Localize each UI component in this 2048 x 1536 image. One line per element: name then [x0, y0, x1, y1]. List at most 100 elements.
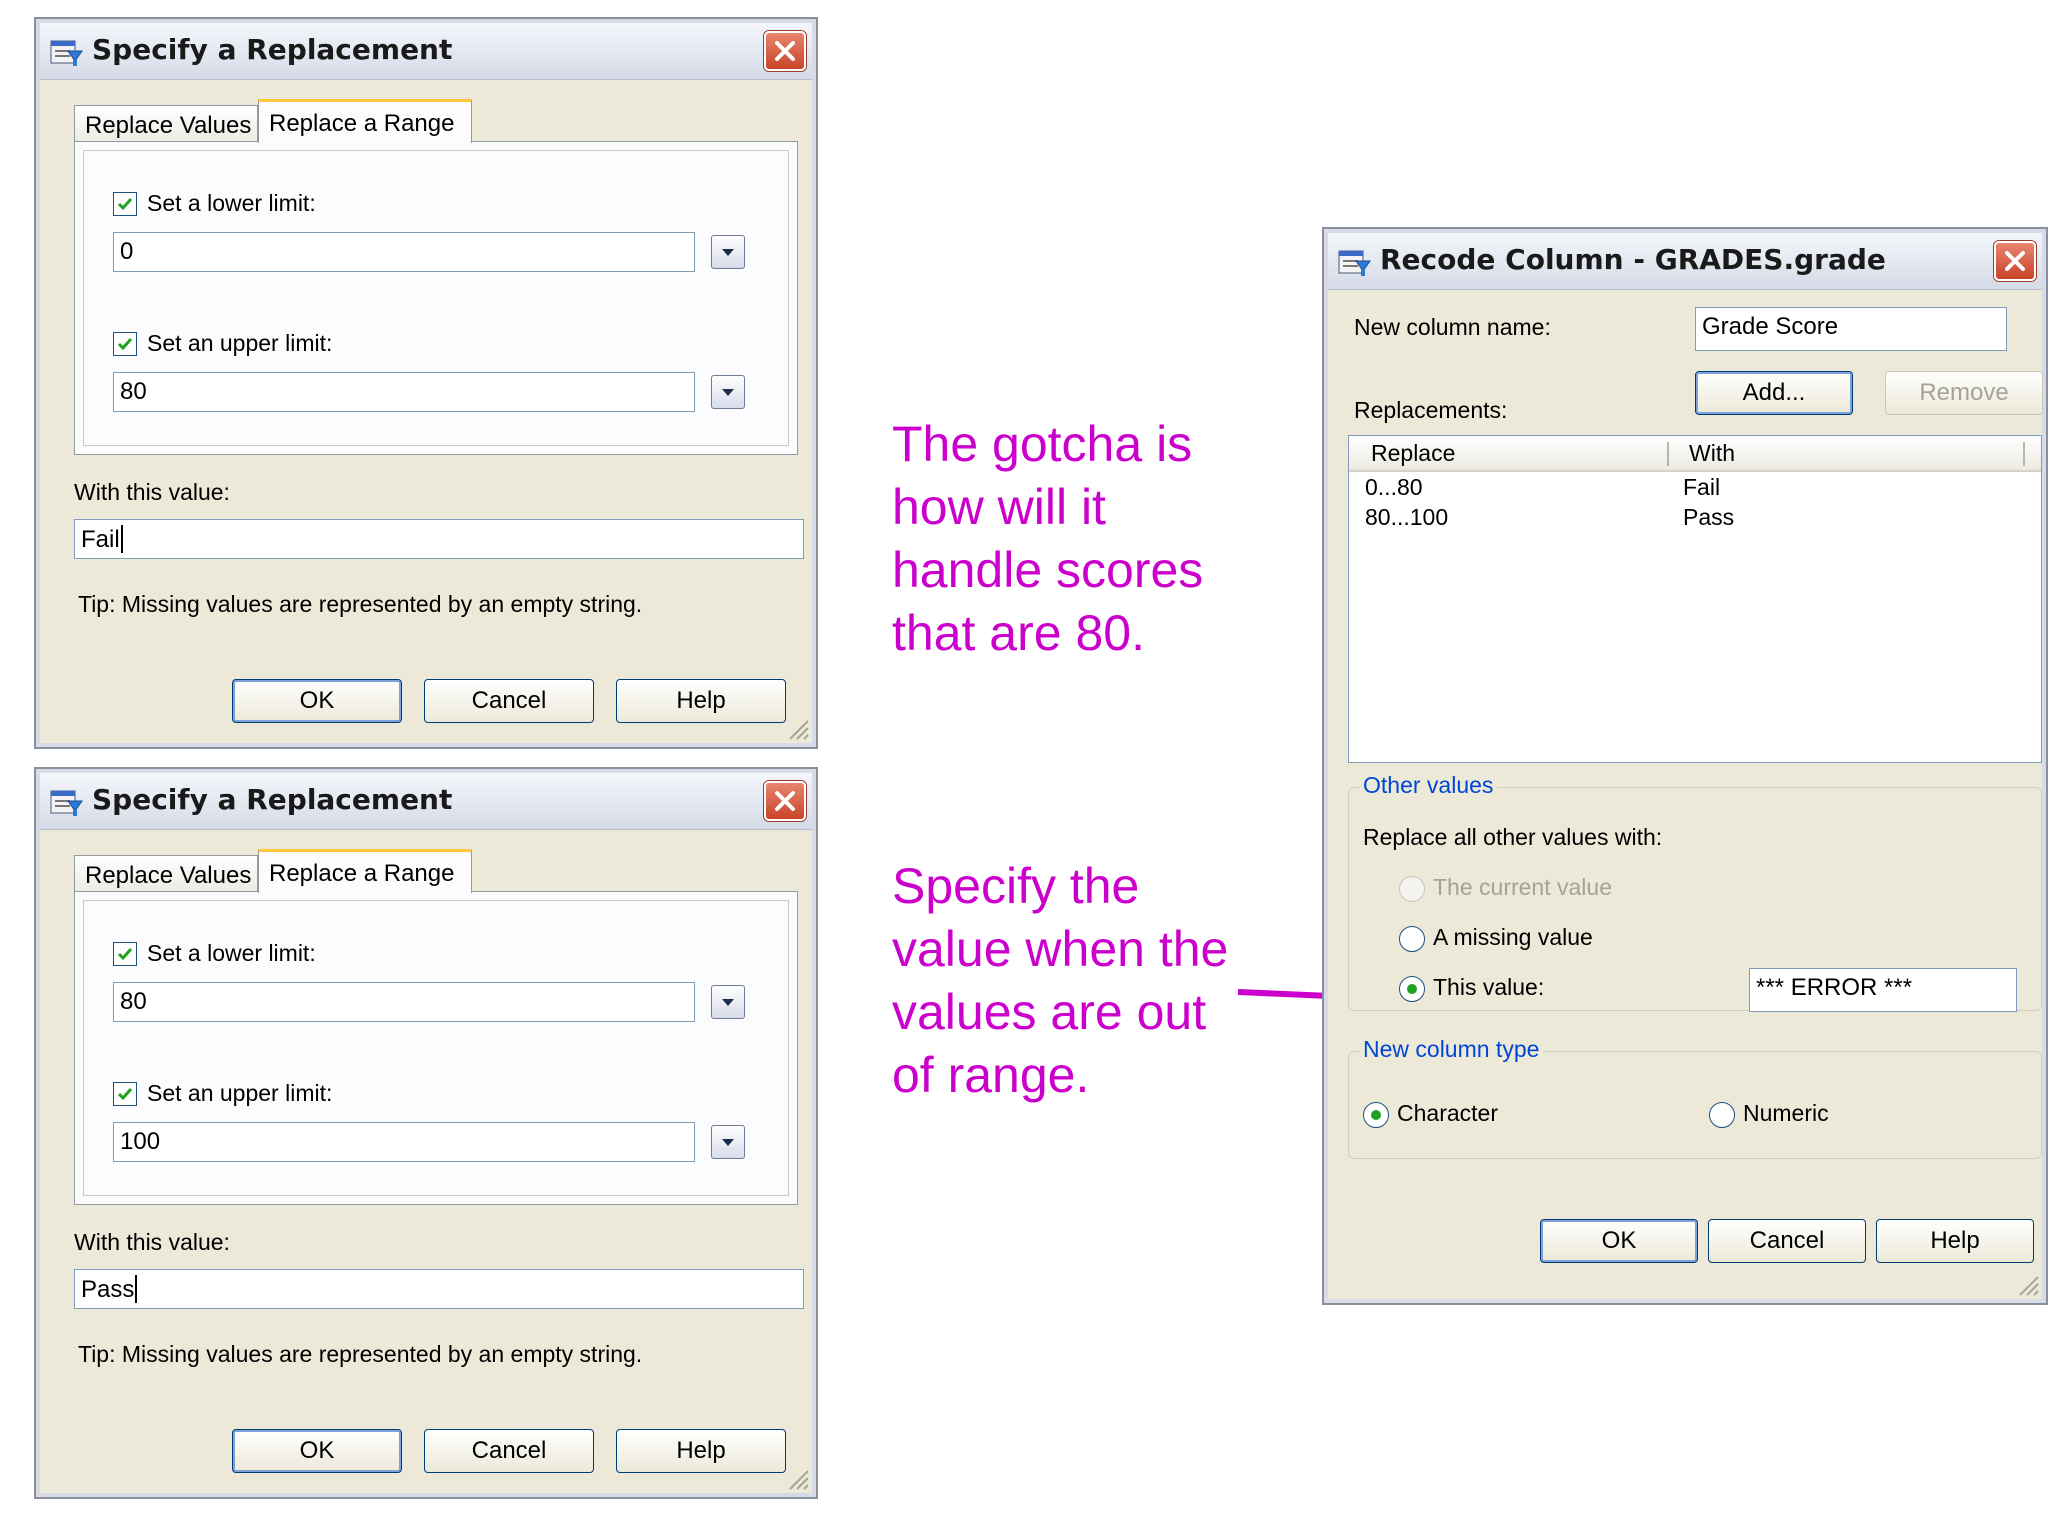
cell-replace: 80...100 [1365, 504, 1449, 530]
new-column-name-input[interactable]: Grade Score [1695, 307, 2007, 351]
column-separator[interactable] [2023, 442, 2025, 466]
lower-limit-label: Set a lower limit: [147, 190, 316, 216]
missing-value-label: A missing value [1433, 924, 1593, 950]
ok-button[interactable]: OK [1540, 1219, 1698, 1263]
replacements-list[interactable]: Replace With 0...80 Fail 80...100 Pass [1348, 435, 2042, 763]
with-value-text: Pass [81, 1276, 135, 1303]
check-icon [117, 198, 133, 211]
annotation-line: of range. [892, 1047, 1090, 1103]
tab-replace-values[interactable]: Replace Values [74, 855, 258, 891]
character-radio[interactable] [1363, 1102, 1389, 1128]
tab-replace-a-range[interactable]: Replace a Range [258, 99, 472, 143]
column-separator[interactable] [1667, 442, 1669, 466]
this-value-label: This value: [1433, 974, 1545, 1000]
dialog-title: Specify a Replacement [92, 783, 453, 816]
lower-limit-checkbox[interactable] [113, 942, 137, 966]
app-icon [50, 37, 84, 67]
cell-replace: 0...80 [1365, 474, 1423, 500]
other-values-prompt: Replace all other values with: [1363, 824, 1663, 850]
specify-replacement-dialog-1: Specify a Replacement Replace Values Rep… [34, 17, 818, 749]
close-icon [775, 41, 795, 61]
tab-panel: Set a lower limit: 0 Set an upper limit:… [74, 141, 798, 455]
check-icon [117, 1088, 133, 1101]
text-caret [135, 1275, 138, 1303]
with-value-input[interactable]: Fail [74, 519, 804, 559]
table-row[interactable]: 80...100 Pass [1349, 504, 2039, 534]
lower-limit-checkbox[interactable] [113, 192, 137, 216]
remove-button[interactable]: Remove [1885, 371, 2043, 415]
cancel-button[interactable]: Cancel [424, 1429, 594, 1473]
column-header-with[interactable]: With [1689, 440, 1735, 467]
check-icon [117, 948, 133, 961]
lower-limit-input[interactable]: 80 [113, 982, 695, 1022]
with-value-input[interactable]: Pass [74, 1269, 804, 1309]
resize-grip-icon[interactable] [2016, 1273, 2040, 1297]
lower-limit-dropdown[interactable] [711, 235, 745, 269]
column-header-replace[interactable]: Replace [1371, 440, 1455, 467]
with-value-text: Fail [81, 526, 120, 553]
upper-limit-checkbox[interactable] [113, 1082, 137, 1106]
cancel-button[interactable]: Cancel [1708, 1219, 1866, 1263]
tip-text: Tip: Missing values are represented by a… [78, 1341, 643, 1367]
add-button[interactable]: Add... [1695, 371, 1853, 415]
chevron-down-icon [722, 249, 734, 256]
new-column-name-label: New column name: [1354, 314, 1551, 340]
upper-limit-dropdown[interactable] [711, 375, 745, 409]
upper-limit-checkbox[interactable] [113, 332, 137, 356]
upper-limit-label: Set an upper limit: [147, 1080, 333, 1106]
cell-with: Pass [1683, 504, 1735, 530]
cancel-button[interactable]: Cancel [424, 679, 594, 723]
numeric-radio[interactable] [1709, 1102, 1735, 1128]
annotation-line: Specify the [892, 858, 1140, 914]
radio-selected-dot [1371, 1110, 1381, 1120]
lower-limit-label: Set a lower limit: [147, 940, 316, 966]
help-button[interactable]: Help [616, 679, 786, 723]
annotation-line: value when the [892, 921, 1229, 977]
annotation-gotcha: The gotcha is how will it handle scores … [892, 413, 1203, 665]
ok-button[interactable]: OK [232, 1429, 402, 1473]
text-caret [120, 525, 123, 553]
other-values-title: Other values [1359, 772, 1498, 799]
current-value-label: The current value [1433, 874, 1612, 900]
close-button[interactable] [1994, 241, 2036, 281]
upper-limit-dropdown[interactable] [711, 1125, 745, 1159]
tab-replace-values[interactable]: Replace Values [74, 105, 258, 141]
close-icon [2005, 251, 2025, 271]
dialog-title: Specify a Replacement [92, 33, 453, 66]
annotation-line: values are out [892, 984, 1207, 1040]
tip-text: Tip: Missing values are represented by a… [78, 591, 643, 617]
numeric-label: Numeric [1743, 1100, 1829, 1126]
resize-grip-icon[interactable] [786, 717, 810, 741]
tab-panel: Set a lower limit: 80 Set an upper limit… [74, 891, 798, 1205]
list-header: Replace With [1349, 436, 2041, 472]
new-column-type-group: New column type Character Numeric [1348, 1036, 2042, 1159]
close-button[interactable] [764, 781, 806, 821]
this-value-radio[interactable] [1399, 976, 1425, 1002]
resize-grip-icon[interactable] [786, 1467, 810, 1491]
with-value-label: With this value: [74, 1229, 230, 1255]
lower-limit-input[interactable]: 0 [113, 232, 695, 272]
annotation-line: that are 80. [892, 605, 1145, 661]
upper-limit-input[interactable]: 80 [113, 372, 695, 412]
missing-value-radio[interactable] [1399, 926, 1425, 952]
app-icon [1338, 247, 1372, 277]
help-button[interactable]: Help [1876, 1219, 2034, 1263]
tab-strip: Replace Values Replace a Range [74, 849, 494, 893]
chevron-down-icon [722, 1139, 734, 1146]
table-row[interactable]: 0...80 Fail [1349, 474, 2039, 504]
title-bar: Specify a Replacement [40, 773, 812, 830]
tab-replace-a-range[interactable]: Replace a Range [258, 849, 472, 893]
replacements-label: Replacements: [1354, 397, 1508, 423]
this-value-input[interactable]: *** ERROR *** [1749, 968, 2017, 1012]
current-value-radio[interactable] [1399, 876, 1425, 902]
upper-limit-label: Set an upper limit: [147, 330, 333, 356]
recode-column-dialog: Recode Column - GRADES.grade New column … [1322, 227, 2048, 1305]
close-button[interactable] [764, 31, 806, 71]
lower-limit-dropdown[interactable] [711, 985, 745, 1019]
title-bar: Recode Column - GRADES.grade [1328, 233, 2042, 290]
character-label: Character [1397, 1100, 1498, 1126]
ok-button[interactable]: OK [232, 679, 402, 723]
help-button[interactable]: Help [616, 1429, 786, 1473]
upper-limit-input[interactable]: 100 [113, 1122, 695, 1162]
annotation-line: The gotcha is [892, 416, 1193, 472]
